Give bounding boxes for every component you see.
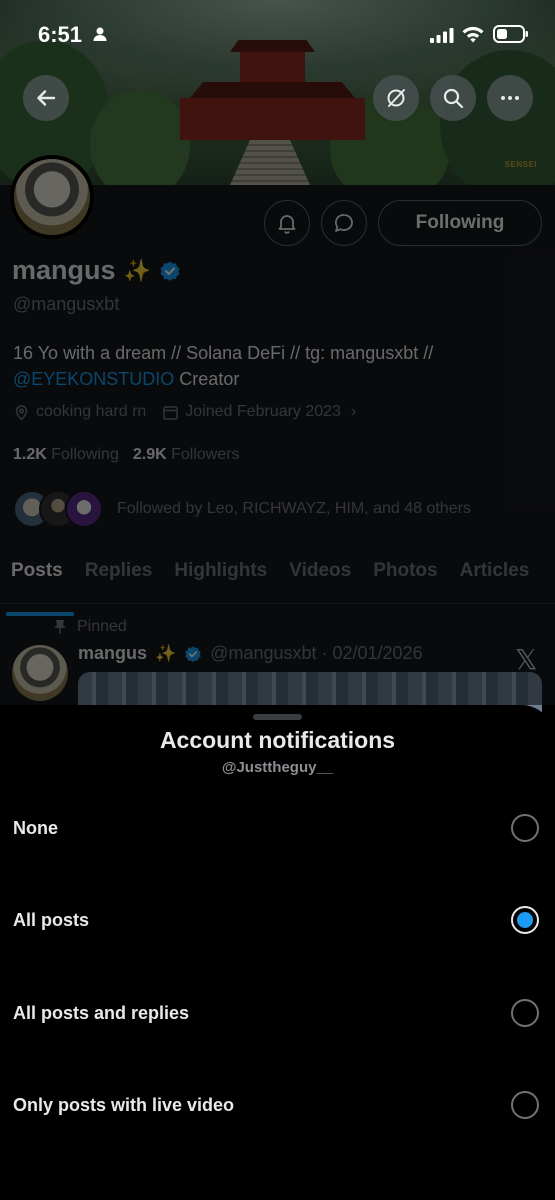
sparkle-emoji: ✨ — [155, 643, 177, 663]
bio-text: 16 Yo with a dream // Solana DeFi // tg:… — [13, 343, 434, 363]
ellipsis-icon — [501, 96, 519, 100]
bio-suffix: Creator — [174, 369, 240, 389]
followers-count-link[interactable]: 2.9K Followers — [133, 446, 240, 464]
banner-tree — [90, 90, 190, 185]
message-button[interactable] — [321, 200, 367, 246]
search-button[interactable] — [430, 75, 476, 121]
verified-badge-icon[interactable] — [159, 260, 181, 282]
notifications-bell-button[interactable] — [264, 200, 310, 246]
grok-icon — [387, 89, 405, 107]
radio-button[interactable] — [511, 999, 539, 1027]
tabs-divider — [0, 603, 555, 604]
temple-body — [180, 98, 365, 140]
wifi-icon — [462, 26, 484, 43]
profile-handle: @mangusxbt — [13, 294, 120, 314]
post-author-avatar[interactable] — [12, 645, 68, 701]
post-author-name[interactable]: mangus — [78, 643, 147, 664]
sheet-title: Account notifications — [159, 727, 396, 753]
sparkle-emoji: ✨ — [123, 257, 151, 283]
profile-name-row: mangus ✨ — [12, 255, 181, 286]
follower-avatar — [65, 490, 103, 528]
chevron-right-icon[interactable]: › — [351, 403, 356, 421]
display-name: mangus — [12, 255, 116, 285]
pin-icon — [54, 620, 66, 634]
location-pin-icon — [15, 404, 28, 421]
follow-counts: 1.2K Following 2.9K Followers — [13, 446, 240, 464]
followed-by-row[interactable]: Followed by Leo, RICHWAYZ, HIM, and 48 o… — [13, 490, 471, 528]
following-button[interactable]: Following — [378, 200, 542, 246]
sheet-subtitle: @Justtheguy__ — [221, 759, 334, 776]
battery-icon — [493, 25, 528, 43]
search-icon — [443, 88, 464, 109]
tab-posts[interactable]: Posts — [0, 555, 74, 616]
bell-icon — [278, 215, 296, 234]
chat-bubble-icon — [335, 214, 353, 232]
verified-badge-icon — [185, 645, 201, 662]
post-meta: @mangusxbt · 02/01/2026 — [210, 643, 423, 663]
following-count-link[interactable]: 1.2K Following — [13, 446, 119, 464]
profile-meta-row: cooking hard rn Joined February 2023 › — [13, 403, 356, 421]
radio-button[interactable] — [511, 814, 539, 842]
temple-stairs — [230, 140, 310, 185]
option-none[interactable]: None — [0, 793, 555, 863]
joined-date: Joined February 2023 — [185, 403, 341, 420]
cellular-signal-icon — [430, 28, 454, 43]
calendar-icon — [163, 405, 179, 420]
tab-articles[interactable]: Articles — [449, 555, 541, 603]
more-options-button[interactable] — [487, 75, 533, 121]
option-label: All posts and replies — [13, 1002, 190, 1023]
person-icon — [93, 27, 107, 41]
status-bar: 6:51 — [0, 0, 555, 70]
option-all-posts-and-replies[interactable]: All posts and replies — [0, 978, 555, 1048]
profile-tabs: Posts Replies Highlights Videos Photos A… — [0, 555, 555, 616]
location-text: cooking hard rn — [36, 403, 147, 420]
profile-avatar[interactable] — [10, 155, 94, 239]
option-all-posts[interactable]: All posts — [0, 885, 555, 955]
post-header: mangus ✨ @mangusxbt · 02/01/2026 — [78, 643, 423, 664]
radio-button-selected[interactable] — [511, 906, 539, 934]
account-notifications-sheet: Account notifications @Justtheguy__ None… — [0, 705, 555, 1200]
pinned-label-row: Pinned — [53, 618, 127, 636]
followed-by-text: Followed by Leo, RICHWAYZ, HIM, and 48 o… — [117, 500, 471, 517]
option-label: None — [13, 817, 58, 838]
banner-tag: SENSEI — [504, 160, 537, 169]
pinned-label: Pinned — [77, 618, 127, 635]
profile-bio: 16 Yo with a dream // Solana DeFi // tg:… — [13, 340, 543, 392]
grok-button[interactable] — [373, 75, 419, 121]
option-label: All posts — [13, 909, 90, 930]
radio-button[interactable] — [511, 1091, 539, 1119]
option-label: Only posts with live video — [13, 1094, 235, 1115]
tab-videos[interactable]: Videos — [278, 555, 362, 603]
temple-roof — [190, 82, 355, 98]
option-live-video[interactable]: Only posts with live video — [0, 1070, 555, 1140]
arrow-left-icon — [37, 90, 56, 106]
tab-replies[interactable]: Replies — [74, 555, 164, 603]
sheet-drag-handle[interactable] — [253, 714, 302, 720]
status-time: 6:51 — [38, 22, 83, 47]
tab-highlights[interactable]: Highlights — [163, 555, 278, 603]
tab-photos[interactable]: Photos — [362, 555, 448, 603]
back-button[interactable] — [23, 75, 69, 121]
bio-mention-link[interactable]: @EYEKONSTUDIO — [13, 369, 174, 389]
